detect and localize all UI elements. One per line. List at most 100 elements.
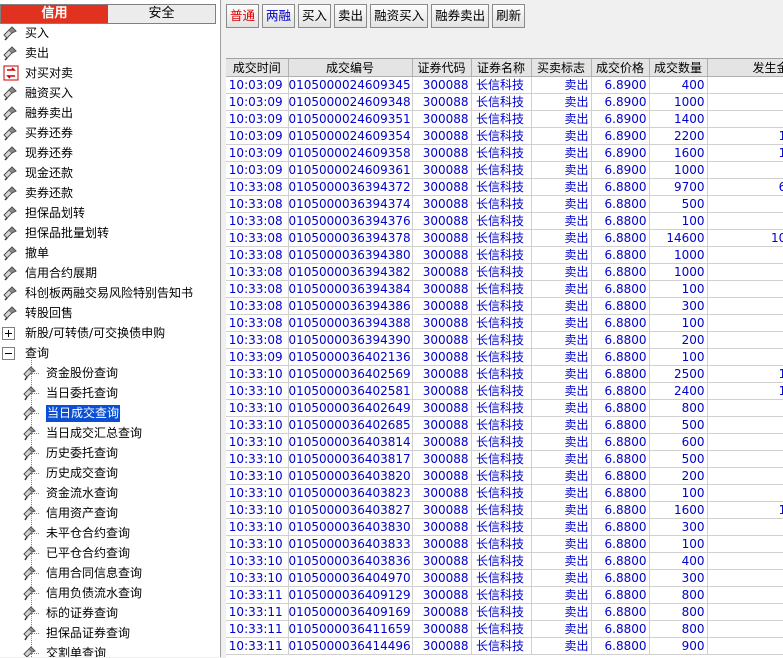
toolbar-button[interactable]: 普通: [226, 4, 260, 28]
table-cell: 卖出: [531, 467, 592, 485]
toolbar-button[interactable]: 卖出: [334, 4, 368, 28]
table-row[interactable]: 10:33:10 0105000036404970 300088 长信科技 卖出 6.88…: [226, 569, 783, 587]
table-row[interactable]: 10:33:10 0105000036403823 300088 长信科技 卖出 6.88…: [226, 484, 783, 502]
tree-item[interactable]: 信用合约展期: [0, 263, 220, 283]
tree-item[interactable]: 查询: [0, 343, 220, 363]
table-cell: 卖出: [531, 127, 592, 145]
plus-expander-icon[interactable]: [2, 327, 15, 340]
table-row[interactable]: 10:33:10 0105000036403833 300088 长信科技 卖出 6.88…: [226, 535, 783, 553]
table-row[interactable]: 10:33:10 0105000036402649 300088 长信科技 卖出 6.88…: [226, 399, 783, 417]
tree-item[interactable]: 当日委托查询: [0, 383, 220, 403]
table-row[interactable]: 10:33:11 0105000036409169 300088 长信科技 卖出 6.88…: [226, 603, 783, 621]
tree-item[interactable]: 历史委托查询: [0, 443, 220, 463]
toolbar-button[interactable]: 两融: [262, 4, 296, 28]
tree-item[interactable]: 买入: [0, 23, 220, 43]
table-row[interactable]: 10:33:08 0105000036394372 300088 长信科技 卖出 6.88…: [226, 178, 783, 196]
tree-item[interactable]: 历史成交查询: [0, 463, 220, 483]
table-row[interactable]: 10:33:09 0105000036402136 300088 长信科技 卖出 6.88…: [226, 348, 783, 366]
column-header[interactable]: 证券名称: [471, 59, 532, 77]
tree-item[interactable]: 资金股份查询: [0, 363, 220, 383]
tree-item[interactable]: 标的证券查询: [0, 603, 220, 623]
table-row[interactable]: 10:33:08 0105000036394376 300088 长信科技 卖出 6.88…: [226, 212, 783, 230]
tab-security[interactable]: 安全: [108, 5, 215, 23]
table-row[interactable]: 10:33:08 0105000036394384 300088 长信科技 卖出 6.88…: [226, 280, 783, 298]
tree-item[interactable]: 新股/可转债/可交换债申购: [0, 323, 220, 343]
tree-item-label: 信用负债流水查询: [46, 586, 143, 600]
table-row[interactable]: 10:03:09 0105000024609361 300088 长信科技 卖出 6.89…: [226, 161, 783, 179]
table-row[interactable]: 10:33:10 0105000036403814 300088 长信科技 卖出 6.88…: [226, 433, 783, 451]
tree-item[interactable]: 资金流水查询: [0, 483, 220, 503]
table-cell: 10:33:08: [226, 314, 289, 332]
tree-item[interactable]: 卖出: [0, 43, 220, 63]
table-cell: 6.8800: [591, 399, 650, 417]
column-header[interactable]: 成交数量: [649, 59, 708, 77]
tree-item[interactable]: 担保品证券查询: [0, 623, 220, 643]
tree-item[interactable]: 信用负债流水查询: [0, 583, 220, 603]
table-row[interactable]: 10:33:08 0105000036394382 300088 长信科技 卖出 6.88…: [226, 263, 783, 281]
tree-item[interactable]: 买券还券: [0, 123, 220, 143]
tree-item[interactable]: 交割单查询: [0, 643, 220, 657]
table-row[interactable]: 10:03:09 0105000024609345 300088 长信科技 卖出 6.89…: [226, 76, 783, 94]
table-cell: 6.8800: [591, 297, 650, 315]
tree-item[interactable]: 担保品批量划转: [0, 223, 220, 243]
tree-item[interactable]: 科创板两融交易风险特别告知书: [0, 283, 220, 303]
table-row[interactable]: 10:33:10 0105000036402569 300088 长信科技 卖出 6.88…: [226, 365, 783, 383]
table-cell: 2064.000: [707, 297, 783, 315]
table-row[interactable]: 10:33:08 0105000036394374 300088 长信科技 卖出 6.88…: [226, 195, 783, 213]
table-row[interactable]: 10:33:10 0105000036403827 300088 长信科技 卖出 6.88…: [226, 501, 783, 519]
table-cell: 100: [649, 314, 708, 332]
tree-item[interactable]: 撤单: [0, 243, 220, 263]
tree-item[interactable]: 未平仓合约查询: [0, 523, 220, 543]
tree-item[interactable]: 融券卖出: [0, 103, 220, 123]
table-row[interactable]: 10:33:10 0105000036402581 300088 长信科技 卖出 6.88…: [226, 382, 783, 400]
table-row[interactable]: 10:03:09 0105000024609348 300088 长信科技 卖出 6.89…: [226, 93, 783, 111]
query-icon: [22, 525, 38, 541]
table-row[interactable]: 10:33:08 0105000036394386 300088 长信科技 卖出 6.88…: [226, 297, 783, 315]
table-cell: 300088: [412, 161, 472, 179]
table-cell: 6.8800: [591, 246, 650, 264]
tree-item[interactable]: 现金还款: [0, 163, 220, 183]
table-row[interactable]: 10:33:11 0105000036409129 300088 长信科技 卖出 6.88…: [226, 586, 783, 604]
table-cell: 0105000036402649: [288, 399, 413, 417]
tree-item[interactable]: 对买对卖: [0, 63, 220, 83]
table-row[interactable]: 10:33:08 0105000036394380 300088 长信科技 卖出 6.88…: [226, 246, 783, 264]
tree-item[interactable]: 担保品划转: [0, 203, 220, 223]
column-header[interactable]: 成交时间: [226, 59, 289, 77]
table-row[interactable]: 10:33:10 0105000036403836 300088 长信科技 卖出 6.88…: [226, 552, 783, 570]
tree-item[interactable]: 融资买入: [0, 83, 220, 103]
table-row[interactable]: 10:33:10 0105000036403817 300088 长信科技 卖出 6.88…: [226, 450, 783, 468]
table-row[interactable]: 10:33:10 0105000036403820 300088 长信科技 卖出 6.88…: [226, 467, 783, 485]
toolbar-button[interactable]: 买入: [298, 4, 332, 28]
tree-item[interactable]: 转股回售: [0, 303, 220, 323]
table-cell: 300088: [412, 467, 472, 485]
table-row[interactable]: 10:03:09 0105000024609354 300088 长信科技 卖出 6.89…: [226, 127, 783, 145]
tree-item[interactable]: 现券还券: [0, 143, 220, 163]
column-header[interactable]: 成交编号: [288, 59, 413, 77]
column-header[interactable]: 买卖标志: [531, 59, 592, 77]
table-row[interactable]: 10:33:11 0105000036411659 300088 长信科技 卖出 6.88…: [226, 620, 783, 638]
table-row[interactable]: 10:33:11 0105000036414496 300088 长信科技 卖出 6.88…: [226, 637, 783, 655]
toolbar-button[interactable]: 融资买入: [370, 4, 429, 28]
table-row[interactable]: 10:33:08 0105000036394378 300088 长信科技 卖出 6.88…: [226, 229, 783, 247]
toolbar-button[interactable]: 刷新: [492, 4, 526, 28]
table-cell: 长信科技: [471, 229, 532, 247]
tree-item[interactable]: 当日成交查询: [0, 403, 220, 423]
toolbar-button[interactable]: 融券卖出: [431, 4, 490, 28]
table-row[interactable]: 10:33:10 0105000036402685 300088 长信科技 卖出 6.88…: [226, 416, 783, 434]
tree-item[interactable]: 当日成交汇总查询: [0, 423, 220, 443]
tree-item[interactable]: 信用合同信息查询: [0, 563, 220, 583]
table-row[interactable]: 10:03:09 0105000024609351 300088 长信科技 卖出 6.89…: [226, 110, 783, 128]
table-row[interactable]: 10:03:09 0105000024609358 300088 长信科技 卖出 6.89…: [226, 144, 783, 162]
tab-credit[interactable]: 信用: [1, 5, 108, 23]
table-row[interactable]: 10:33:10 0105000036403830 300088 长信科技 卖出 6.88…: [226, 518, 783, 536]
column-header[interactable]: 成交价格: [591, 59, 650, 77]
column-header[interactable]: 证券代码: [412, 59, 472, 77]
tree-item[interactable]: 已平仓合约查询: [0, 543, 220, 563]
tree-item[interactable]: 信用资产查询: [0, 503, 220, 523]
minus-expander-icon[interactable]: [2, 347, 15, 360]
column-header[interactable]: 发生金额: [707, 59, 783, 77]
table-cell: 长信科技: [471, 637, 532, 655]
table-row[interactable]: 10:33:08 0105000036394390 300088 长信科技 卖出 6.88…: [226, 331, 783, 349]
table-row[interactable]: 10:33:08 0105000036394388 300088 长信科技 卖出 6.88…: [226, 314, 783, 332]
tree-item[interactable]: 卖券还款: [0, 183, 220, 203]
